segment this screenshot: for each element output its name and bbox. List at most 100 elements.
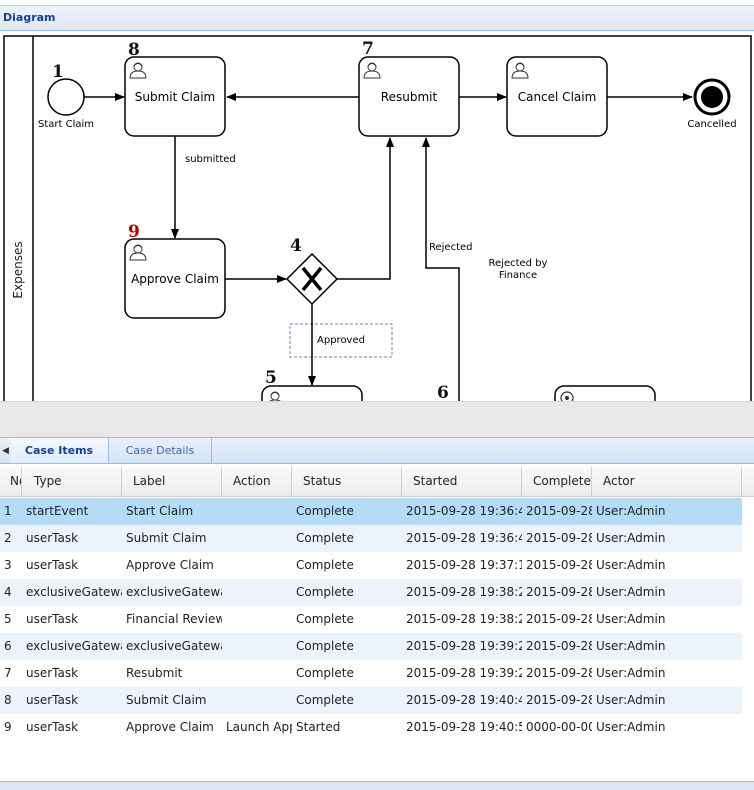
column-header-actor[interactable]: Actor: [592, 467, 742, 496]
cell-type: userTask: [26, 666, 79, 680]
table-row[interactable]: 7 userTask Resubmit Complete 2015-09-28 19:3…: [0, 660, 742, 687]
cell-completed: 2015-09-28: [526, 693, 592, 707]
column-header-label[interactable]: Label: [122, 467, 222, 496]
cell-action: [222, 552, 292, 579]
table-row[interactable]: 1 startEvent Start Claim Complete 2015-09-28…: [0, 498, 742, 525]
cell-actor: User:Admin: [596, 666, 666, 680]
table-row[interactable]: 9 userTask Approve Claim Launch Approve Cla…: [0, 714, 742, 741]
cell-started: 2015-09-28 19:37:19: [406, 558, 522, 572]
tab-case-details[interactable]: Case Details: [109, 438, 212, 463]
cell-started: 2015-09-28 19:40:59: [406, 720, 522, 734]
step-number-7: 7: [362, 39, 374, 59]
cell-label: exclusiveGateway: [126, 585, 222, 599]
cell-completed: 2015-09-28: [526, 639, 592, 653]
cell-started: 2015-09-28 19:40:44: [406, 693, 522, 707]
cell-status: Complete: [296, 612, 354, 626]
cell-action: [222, 606, 292, 633]
step-number-5: 5: [265, 368, 277, 388]
task-financial-review[interactable]: [261, 385, 363, 401]
cell-label: Submit Claim: [126, 693, 207, 707]
cell-status: Complete: [296, 585, 354, 599]
cell-started: 2015-09-28 19:38:25: [406, 612, 522, 626]
task-label: Resubmit: [381, 90, 438, 104]
cell-status: Complete: [296, 531, 354, 545]
end-event-label: Cancelled: [687, 119, 736, 130]
cell-completed: 2015-09-28: [526, 531, 592, 545]
cell-no: 1: [4, 504, 12, 518]
task-label: Approve Claim: [131, 272, 219, 286]
diagram-panel-header: Diagram: [0, 5, 754, 31]
cell-no: 2: [4, 531, 12, 545]
end-event[interactable]: [693, 78, 731, 116]
table-row[interactable]: 3 userTask Approve Claim Complete 2015-09-28…: [0, 552, 742, 579]
cell-no: 7: [4, 666, 12, 680]
task-approve-claim[interactable]: Approve Claim: [124, 238, 226, 319]
service-task[interactable]: [554, 385, 656, 401]
diagram-canvas[interactable]: Expenses Start Claim 1 Submit Claim 8 Re…: [0, 31, 754, 401]
cell-action[interactable]: Launch Approve Claim: [222, 714, 292, 741]
cell-completed: 0000-00-00: [526, 720, 592, 734]
cell-no: 9: [4, 720, 12, 734]
cell-type: exclusiveGateway: [26, 585, 122, 599]
cell-actor: User:Admin: [596, 504, 666, 518]
column-header-completed[interactable]: Completed: [522, 467, 592, 496]
cell-actor: User:Admin: [596, 531, 666, 545]
cell-type: userTask: [26, 612, 79, 626]
cell-status: Complete: [296, 504, 354, 518]
column-header-started[interactable]: Started: [402, 467, 522, 496]
column-header-no[interactable]: No: [0, 467, 22, 496]
cell-no: 8: [4, 693, 12, 707]
cell-action: [222, 660, 292, 687]
step-number-8: 8: [128, 40, 140, 60]
cell-actor: User:Admin: [596, 720, 666, 734]
column-header-type[interactable]: Type: [22, 467, 122, 496]
column-header-action[interactable]: Action: [222, 467, 292, 496]
table-row[interactable]: 6 exclusiveGateway exclusiveGateway Complet…: [0, 633, 742, 660]
cell-actor: User:Admin: [596, 693, 666, 707]
start-event[interactable]: [47, 78, 85, 116]
cell-no: 3: [4, 558, 12, 572]
panel-splitter[interactable]: [0, 401, 754, 437]
cell-started: 2015-09-28 19:36:46: [406, 531, 522, 545]
cell-label: Approve Claim: [126, 720, 214, 734]
flow-label-rejected-finance-2: Finance: [499, 270, 537, 281]
table-row[interactable]: 8 userTask Submit Claim Complete 2015-09-28 …: [0, 687, 742, 714]
cell-action: [222, 633, 292, 660]
tab-case-items[interactable]: Case Items: [10, 438, 109, 463]
cell-label: Submit Claim: [126, 531, 207, 545]
cell-completed: 2015-09-28: [526, 666, 592, 680]
cell-completed: 2015-09-28: [526, 558, 592, 572]
flow-label-rejected: Rejected: [429, 242, 473, 253]
task-cancel-claim[interactable]: Cancel Claim: [506, 56, 608, 137]
cell-started: 2015-09-28 19:36:46: [406, 504, 522, 518]
cell-actor: User:Admin: [596, 585, 666, 599]
scroll-left-icon[interactable]: ◀: [2, 446, 9, 456]
task-submit-claim[interactable]: Submit Claim: [124, 56, 226, 137]
task-resubmit[interactable]: Resubmit: [358, 56, 460, 137]
cell-type: exclusiveGateway: [26, 639, 122, 653]
cell-completed: 2015-09-28: [526, 504, 592, 518]
column-header-status[interactable]: Status: [292, 467, 402, 496]
step-number-4: 4: [290, 236, 302, 256]
table-row[interactable]: 2 userTask Submit Claim Complete 2015-09-28 …: [0, 525, 742, 552]
step-number-9: 9: [128, 222, 140, 242]
process-diagram: Expenses Start Claim 1 Submit Claim 8 Re…: [3, 35, 752, 401]
cell-started: 2015-09-28 19:38:25: [406, 585, 522, 599]
table-row[interactable]: 5 userTask Financial Review Complete 2015-09…: [0, 606, 742, 633]
cell-label: Approve Claim: [126, 558, 214, 572]
cell-status: Complete: [296, 666, 354, 680]
grid-header: No Type Label Action Status Started Comp…: [0, 467, 754, 497]
cell-type: userTask: [26, 720, 79, 734]
bottom-bar: [0, 781, 754, 790]
table-row[interactable]: 4 exclusiveGateway exclusiveGateway Complet…: [0, 579, 742, 606]
cell-label: exclusiveGateway: [126, 639, 222, 653]
flow-label-submitted: submitted: [185, 154, 236, 165]
cell-type: userTask: [26, 531, 79, 545]
approved-label: Approved: [317, 335, 365, 346]
cell-no: 4: [4, 585, 12, 599]
start-event-label: Start Claim: [38, 119, 94, 130]
cell-status: Complete: [296, 693, 354, 707]
cell-no: 6: [4, 639, 12, 653]
cell-actor: User:Admin: [596, 639, 666, 653]
cell-action: [222, 498, 292, 525]
